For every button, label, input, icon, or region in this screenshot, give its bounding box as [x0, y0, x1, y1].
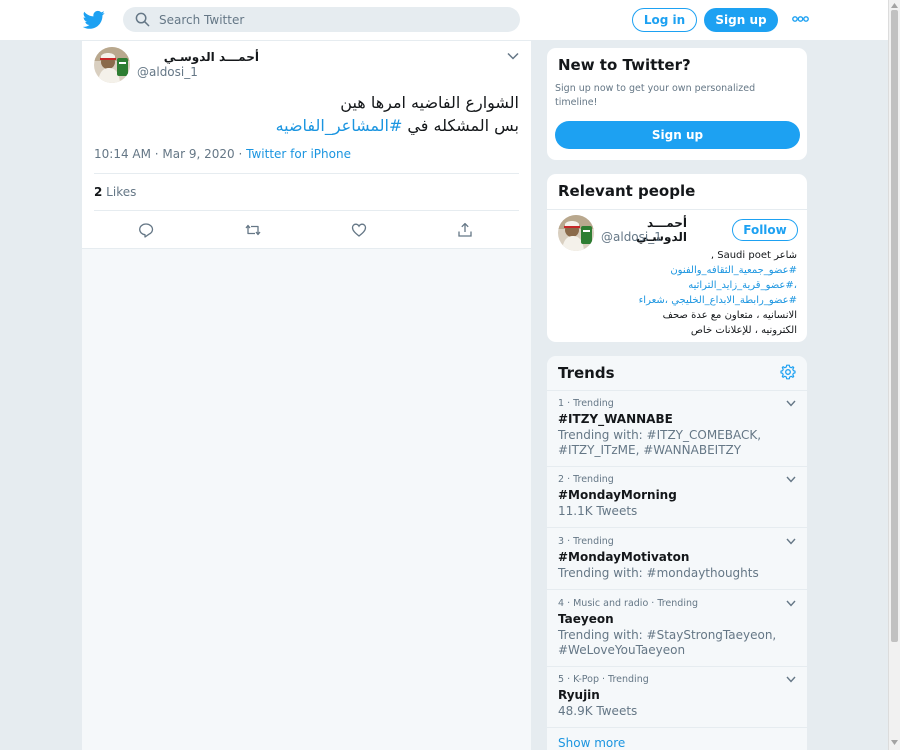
bio-line: شاعر Saudi poet , [710, 250, 797, 261]
trend-name[interactable]: #ITZY_WANNABE [558, 412, 673, 426]
tweet-text-line-2: بس المشكله في #المشاعر_الفاضيه [94, 114, 519, 137]
relevant-people-card: Relevant people أحمـــد الدوسـي @aldosi_… [546, 173, 808, 343]
hashtag-link[interactable]: #المشاعر_الفاضيه [276, 116, 403, 135]
search-input[interactable] [159, 7, 509, 32]
trend-meta: 5 · K-Pop · Trending [558, 674, 649, 685]
chevron-down-icon[interactable] [786, 538, 796, 545]
trend-subtext: Trending with: #mondaythoughts [558, 566, 759, 580]
likes-label: Likes [102, 185, 137, 199]
chevron-down-icon[interactable] [786, 600, 796, 607]
trend-item[interactable]: 2 · Trending #MondayMorning 11.1K Tweets [547, 467, 807, 528]
top-navigation-bar: Log in Sign up [0, 0, 888, 41]
avatar[interactable] [558, 215, 594, 251]
page-scrollbar[interactable] [888, 0, 900, 750]
scrollbar-thumb[interactable] [891, 10, 898, 642]
gear-icon[interactable] [780, 364, 796, 380]
trend-name[interactable]: #MondayMorning [558, 488, 677, 502]
show-more-link[interactable]: Show more [558, 736, 625, 750]
trend-meta: 3 · Trending [558, 536, 614, 547]
twitter-bird-icon[interactable] [83, 10, 105, 30]
tweet-text: الشوارع الفاضيه امرها هين بس المشكله في … [94, 91, 519, 137]
person-handle[interactable]: @aldosi_1 [601, 230, 662, 244]
trends-card: Trends 1 · Trending #ITZY_WANNABE Trendi… [546, 355, 808, 750]
chevron-down-icon[interactable] [786, 400, 796, 407]
trends-header: Trends [547, 356, 807, 391]
tweet-text-line-1: الشوارع الفاضيه امرها هين [340, 93, 519, 112]
tweet-author-handle[interactable]: @aldosi_1 [137, 65, 198, 79]
search-box[interactable] [123, 7, 520, 32]
trend-meta: 1 · Trending [558, 398, 614, 409]
trend-meta: 4 · Music and radio · Trending [558, 598, 699, 609]
signup-button-large[interactable]: Sign up [555, 121, 800, 149]
bio-hashtag-link[interactable]: #عضو_رابطة_الابداع_الخليجي ،شعراء [555, 293, 797, 308]
divider [94, 173, 519, 174]
avatar-image [94, 47, 130, 83]
trend-name[interactable]: Taeyeon [558, 612, 614, 626]
tweet-timestamp[interactable]: 10:14 AM · Mar 9, 2020 [94, 147, 235, 161]
trend-item[interactable]: 3 · Trending #MondayMotivaton Trending w… [547, 528, 807, 590]
trend-item[interactable]: 1 · Trending #ITZY_WANNABE Trending with… [547, 391, 807, 467]
meta-separator: · [234, 147, 247, 161]
tweet-metadata: 10:14 AM · Mar 9, 2020 · Twitter for iPh… [94, 147, 351, 161]
more-dots-icon[interactable] [792, 15, 809, 23]
tweet-source-link[interactable]: Twitter for iPhone [246, 147, 351, 161]
likes-count[interactable]: 2 Likes [94, 185, 136, 199]
relevant-people-title: Relevant people [558, 182, 696, 200]
login-button[interactable]: Log in [632, 8, 697, 32]
bio-hashtag-link[interactable]: ،#عضو_قرية_زايد_التراثيه [555, 278, 797, 293]
follow-button[interactable]: Follow [732, 219, 798, 241]
bio-hashtag-link[interactable]: #عضو_جمعية_الثقافه_والفنون [555, 263, 797, 278]
chevron-down-icon[interactable] [786, 476, 796, 483]
new-to-twitter-subtitle: Sign up now to get your own personalized… [555, 83, 756, 108]
reply-icon[interactable] [138, 222, 154, 238]
trend-subtext: Trending with: #ITZY_COMEBACK, #ITZY_ITz… [558, 428, 762, 457]
trend-subtext: Trending with: #StayStrongTaeyeon, #WeLo… [558, 628, 777, 657]
scroll-up-arrow-icon[interactable] [891, 2, 898, 8]
search-icon [135, 12, 150, 27]
person-bio: شاعر Saudi poet , #عضو_جمعية_الثقافه_وال… [555, 248, 797, 338]
main-timeline-column: أحمـــد الدوسـي @aldosi_1 الشوارع الفاضي… [81, 41, 532, 750]
retweet-icon[interactable] [245, 222, 261, 238]
trend-item[interactable]: 4 · Music and radio · Trending Taeyeon T… [547, 590, 807, 667]
tweet-card[interactable]: أحمـــد الدوسـي @aldosi_1 الشوارع الفاضي… [82, 41, 531, 249]
divider [547, 209, 807, 210]
bio-line: الكترونيه ، للإعلانات خاص [690, 325, 797, 336]
tweet-text-prefix: بس المشكله في [402, 116, 519, 135]
avatar[interactable] [94, 47, 130, 83]
trend-subtext: 11.1K Tweets [558, 504, 638, 518]
bio-line: الانسانيه ، متعاون مع عدة صحف [662, 310, 797, 321]
like-icon[interactable] [351, 222, 367, 238]
trend-name[interactable]: Ryujin [558, 688, 600, 702]
avatar-image [558, 215, 594, 251]
new-to-twitter-card: New to Twitter? Sign up now to get your … [546, 47, 808, 161]
divider [94, 210, 519, 211]
trend-meta: 2 · Trending [558, 474, 614, 485]
trend-name[interactable]: #MondayMotivaton [558, 550, 689, 564]
share-icon[interactable] [457, 222, 473, 238]
scroll-down-arrow-icon[interactable] [891, 740, 898, 746]
chevron-down-icon[interactable] [786, 676, 796, 683]
tweet-author-name[interactable]: أحمـــد الدوسـي [139, 50, 259, 64]
trend-subtext: 48.9K Tweets [558, 704, 638, 718]
trends-title: Trends [558, 364, 615, 382]
signup-button[interactable]: Sign up [704, 8, 778, 32]
new-to-twitter-title: New to Twitter? [558, 56, 691, 74]
chevron-down-icon[interactable] [507, 52, 519, 60]
trend-item[interactable]: 5 · K-Pop · Trending Ryujin 48.9K Tweets [547, 667, 807, 728]
